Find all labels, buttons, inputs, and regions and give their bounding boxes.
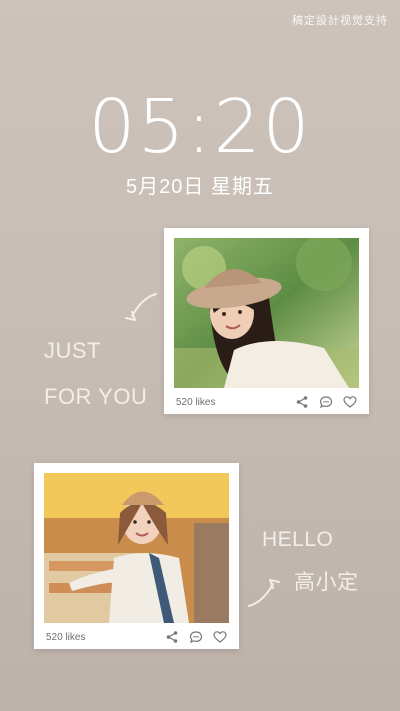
portrait-photo-bakery (44, 473, 229, 623)
curved-arrow-icon (125, 293, 157, 321)
card-actions (165, 630, 227, 644)
comment-icon[interactable] (189, 630, 203, 644)
caption-for-you: FOR YOU (44, 384, 148, 409)
caption-just: JUST (44, 338, 101, 363)
heart-icon[interactable] (213, 630, 227, 644)
heart-icon[interactable] (343, 395, 357, 409)
likes-count: 520 likes (46, 632, 86, 643)
caption-name: 高小定 (294, 571, 359, 594)
design-credit: 稿定設計视觉支持 (292, 15, 388, 27)
photo-card-2[interactable]: 520 likes (34, 463, 239, 649)
caption-hello: HELLO (262, 528, 334, 551)
comment-icon[interactable] (319, 395, 333, 409)
photo-card-1[interactable]: 520 likes (164, 228, 369, 414)
curved-arrow-icon (248, 579, 280, 607)
share-icon[interactable] (165, 630, 179, 644)
likes-count: 520 likes (176, 397, 216, 408)
portrait-photo-outdoor (174, 238, 359, 388)
share-icon[interactable] (295, 395, 309, 409)
photo-1[interactable] (174, 238, 359, 388)
photo-2[interactable] (44, 473, 229, 623)
card-actions (295, 395, 357, 409)
lockscreen-date: 5月20日 星期五 (126, 176, 274, 198)
lockscreen-time: 05:20 (88, 84, 312, 170)
